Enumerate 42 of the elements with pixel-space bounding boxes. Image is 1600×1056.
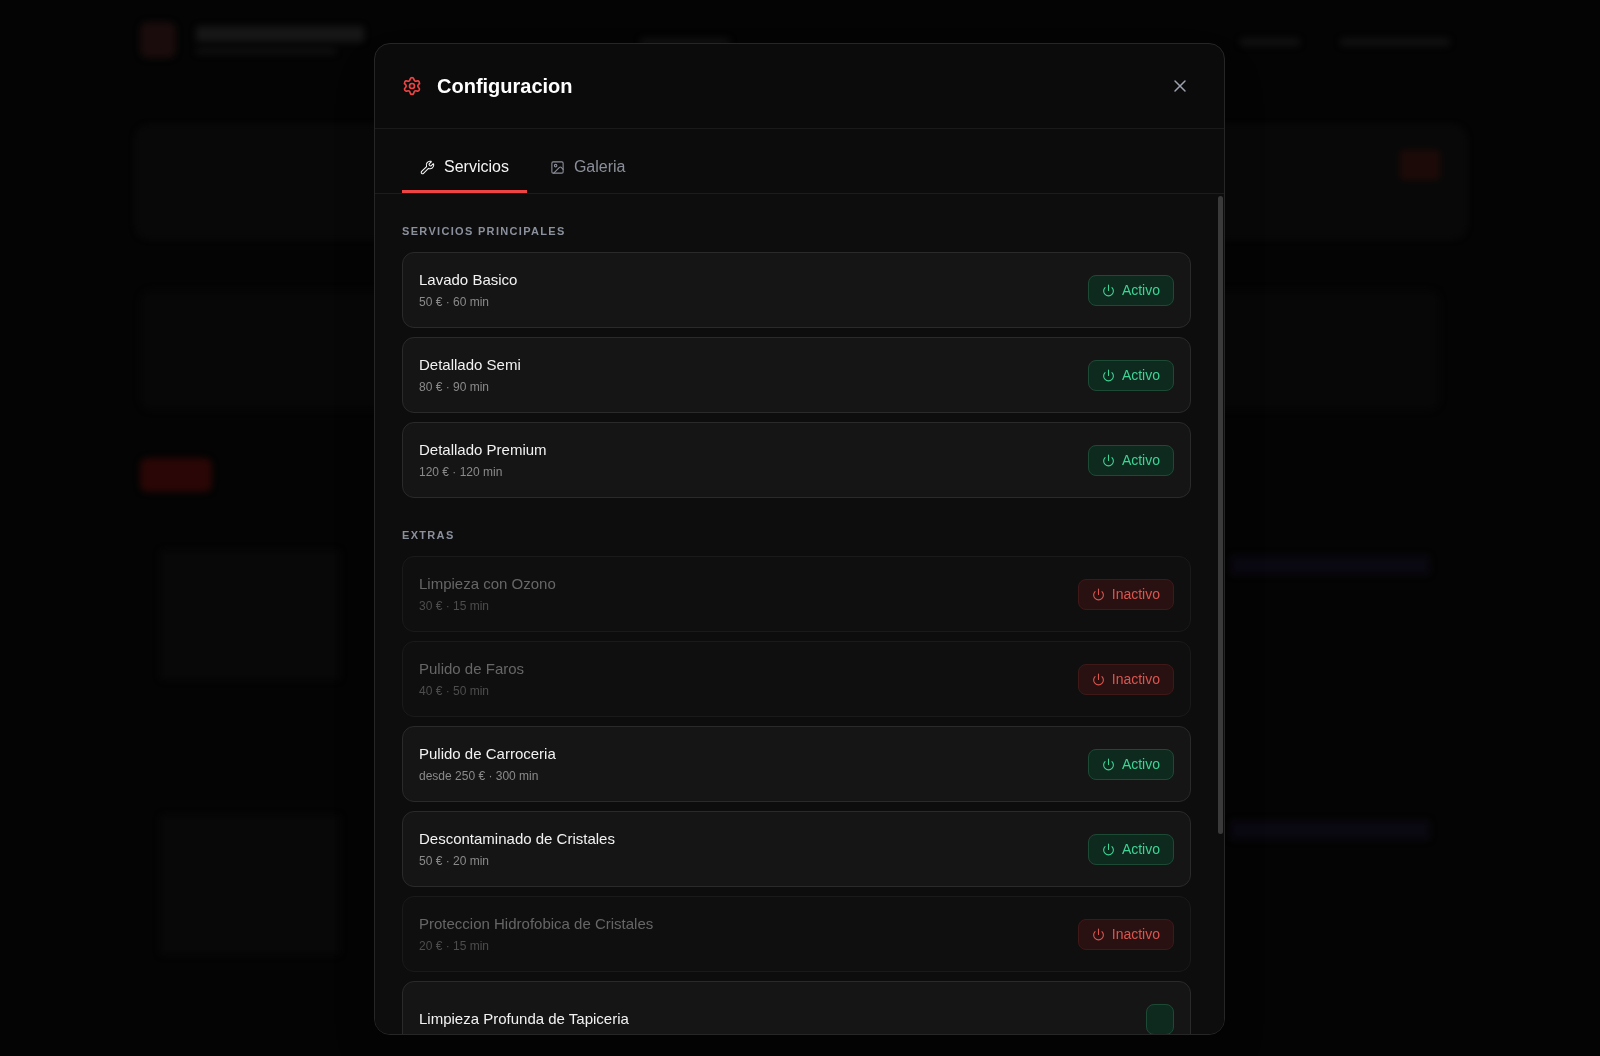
status-toggle-button[interactable]: Activo — [1087, 274, 1174, 306]
service-price-duration: 40 € · 50 min — [419, 683, 491, 699]
service-name: Proteccion Hidrofobica de Cristales — [419, 914, 654, 934]
status-toggle-button[interactable]: Inactivo — [1077, 663, 1174, 695]
service-name: Limpieza Profunda de Tapiceria — [419, 1009, 629, 1029]
settings-icon — [402, 76, 422, 96]
power-icon — [1101, 283, 1115, 297]
tab[interactable]: Galeria — [531, 155, 644, 193]
status-toggle-button[interactable]: Inactivo — [1077, 918, 1174, 950]
power-icon — [1101, 757, 1115, 771]
service-name: Descontaminado de Cristales — [419, 829, 615, 849]
status-toggle-button[interactable]: Inactivo — [1077, 578, 1174, 610]
image-icon — [549, 159, 565, 175]
status-toggle-button[interactable]: Activo — [1087, 833, 1174, 865]
power-icon — [1091, 927, 1105, 941]
status-toggle-button[interactable]: Activo — [1087, 359, 1174, 391]
power-icon — [1091, 587, 1105, 601]
power-icon — [1091, 672, 1105, 686]
service-price-duration: 120 € · 120 min — [419, 464, 504, 480]
service-name: Pulido de Carroceria — [419, 744, 556, 764]
service-name: Pulido de Faros — [419, 659, 525, 679]
scrollbar-thumb[interactable] — [1218, 196, 1223, 834]
power-icon — [1101, 842, 1115, 856]
status-toggle-button[interactable]: Activo — [1087, 748, 1174, 780]
section-heading: SERVICIOS PRINCIPALES — [402, 225, 567, 237]
service-price-duration: 30 € · 15 min — [419, 598, 491, 614]
service-name: Detallado Semi — [419, 355, 521, 375]
service-price-duration: 80 € · 90 min — [419, 379, 491, 395]
service-price-duration: 50 € · 60 min — [419, 294, 491, 310]
service-price-duration: desde 250 € · 300 min — [419, 768, 540, 784]
service-name: Limpieza con Ozono — [419, 574, 556, 594]
service-price-duration: 20 € · 15 min — [419, 938, 491, 954]
wrench-icon — [420, 159, 435, 175]
status-toggle-button[interactable]: Activo — [1087, 444, 1174, 476]
status-toggle-button[interactable] — [1146, 1003, 1174, 1034]
section-heading: EXTRAS — [402, 529, 456, 541]
service-name: Detallado Premium — [419, 440, 547, 460]
dialog-title: Configuracion — [437, 74, 573, 98]
service-price-duration: 50 € · 20 min — [419, 853, 491, 869]
service-name: Lavado Basico — [419, 270, 518, 290]
power-icon — [1101, 453, 1115, 467]
power-icon — [1101, 368, 1115, 382]
